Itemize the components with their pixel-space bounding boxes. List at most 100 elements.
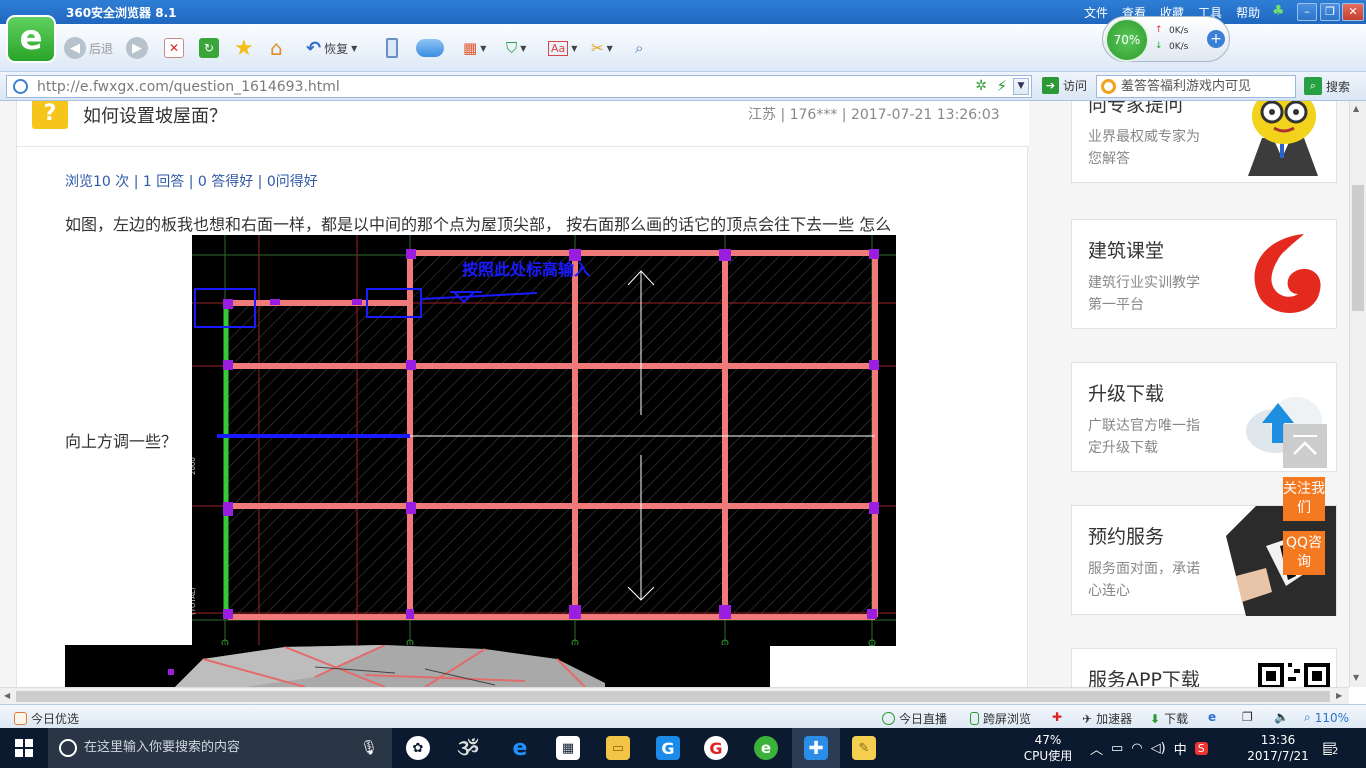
today-picks-label: 今日优选 — [31, 712, 80, 726]
question-card: ? 如何设置坡屋面？ 江苏 | 176*** | 2017-07-21 13:2… — [16, 101, 1029, 687]
ime-indicator[interactable]: 中 — [1174, 739, 1187, 758]
store-icon: ▦ — [556, 736, 580, 760]
follow-us-button[interactable]: 关注我们 — [1283, 477, 1325, 521]
image-annotation-text: 按照此处标高输入 — [462, 260, 590, 279]
menu-help[interactable]: 帮助 — [1236, 4, 1260, 21]
scroll-up-icon[interactable]: ▲ — [1353, 104, 1359, 113]
windows-icon[interactable]: ❐ — [1242, 710, 1253, 724]
ie-mode-icon[interactable]: e — [1208, 710, 1216, 724]
qq-consult-button[interactable]: QQ咨询 — [1283, 531, 1325, 575]
question-image[interactable]: 按照此处标高输入 2000 (TOTAL) — [189, 235, 896, 647]
microphone-icon[interactable]: 🎙 — [360, 728, 378, 768]
skin-icon[interactable]: ♣ — [1272, 3, 1285, 19]
stop-button[interactable]: ✕ — [164, 36, 184, 60]
taskbar-app-edge[interactable]: e — [496, 728, 544, 768]
security-button[interactable]: ⛉ ▼ — [506, 36, 526, 60]
apps-button[interactable]: ▦ ▼ — [463, 36, 486, 60]
scissors-icon: ✂ — [591, 39, 604, 57]
translate-button[interactable]: Aa ▼ — [548, 36, 577, 60]
back-arrow-icon: ◀ — [64, 37, 86, 59]
taskbar-search[interactable]: 在这里输入你要搜索的内容 🎙 — [48, 728, 392, 768]
svg-text:2000: 2000 — [192, 457, 197, 475]
taskbar-app-360[interactable]: e — [742, 728, 790, 768]
forward-button[interactable]: ▶ — [126, 36, 148, 60]
clock[interactable]: 13:36 2017/7/21 — [1246, 732, 1310, 764]
stop-icon: ✕ — [164, 38, 184, 58]
wifi-icon[interactable]: ◠ — [1131, 741, 1142, 756]
back-button[interactable]: ◀ 后退 — [64, 36, 113, 60]
cloud-button[interactable] — [416, 36, 444, 60]
url-dropdown-icon[interactable]: ▼ — [1013, 78, 1029, 95]
favorite-button[interactable]: ★ — [234, 36, 254, 61]
cross-screen[interactable]: 跨屏浏览 — [970, 710, 1031, 727]
minimize-button[interactable]: – — [1297, 3, 1317, 21]
vertical-scrollbar[interactable]: ▲ ▼ — [1349, 101, 1366, 687]
restore-button[interactable]: ↶ 恢复 ▼ — [306, 36, 357, 60]
menu-file[interactable]: 文件 — [1084, 4, 1108, 21]
taskbar-app-store[interactable]: ▦ — [544, 728, 592, 768]
back-to-top-button[interactable] — [1283, 424, 1327, 468]
volume-icon[interactable]: 🔈 — [1274, 710, 1289, 724]
screenshot-button[interactable]: ✂ ▼ — [591, 36, 613, 60]
notification-center-button[interactable]: ▤ 2 — [1322, 738, 1339, 757]
question-image-3d[interactable] — [65, 645, 770, 687]
close-button[interactable]: ✕ — [1342, 3, 1364, 21]
address-bar: http://e.fwxgx.com/question_1614693.html… — [0, 72, 1366, 101]
scroll-down-icon[interactable]: ▼ — [1353, 673, 1359, 682]
scroll-right-icon[interactable]: ▶ — [1336, 691, 1342, 700]
volume-icon[interactable]: ◁) — [1151, 741, 1166, 756]
cpu-usage[interactable]: 47% CPU使用 — [1022, 732, 1074, 764]
url-field[interactable]: http://e.fwxgx.com/question_1614693.html… — [6, 75, 1032, 98]
taskbar-app-edge-alt[interactable]: ૐ — [444, 728, 492, 768]
taskbar-app-g2[interactable]: G — [692, 728, 740, 768]
chevron-down-icon: ▼ — [606, 43, 613, 53]
taskbar-app-active[interactable]: ✚ — [792, 728, 840, 768]
scroll-left-icon[interactable]: ◀ — [4, 691, 10, 700]
search-input[interactable]: 羞答答福利游戏内可见 — [1096, 75, 1296, 98]
plus-icon[interactable]: + — [1207, 30, 1225, 48]
lightning-icon[interactable]: ⚡ — [996, 77, 1007, 95]
taskbar-app-explorer[interactable]: ▭ — [594, 728, 642, 768]
edge-icon: e — [512, 735, 528, 761]
hscroll-thumb[interactable] — [16, 691, 1330, 702]
task-view-button[interactable]: ✿ — [394, 728, 442, 768]
sidebar-card-title: 建筑课堂 — [1088, 240, 1165, 262]
sidebar-card-expert[interactable]: 向专家提问 业界最权威专家为您解答 — [1071, 101, 1337, 183]
start-button[interactable] — [0, 728, 48, 768]
refresh-icon: ↻ — [199, 38, 219, 58]
play-icon — [882, 712, 895, 725]
horizontal-scrollbar[interactable]: ◀ ▶ — [0, 687, 1349, 704]
url-text: http://e.fwxgx.com/question_1614693.html — [37, 78, 340, 95]
rocket-icon: ✈ — [1082, 711, 1093, 726]
zoom-level[interactable]: ⌕ 110% — [1304, 710, 1349, 725]
reload-icon[interactable]: ✲ — [975, 78, 987, 94]
globe-icon — [13, 79, 28, 94]
downloads[interactable]: ⬇ 下载 — [1150, 710, 1188, 727]
search-button[interactable]: ⌕ 搜索 — [1304, 77, 1350, 95]
sidebar-card-app[interactable]: 服务APP下载 — [1071, 648, 1337, 687]
sidebar-card-course[interactable]: 建筑课堂 建筑行业实训教学第一平台 — [1071, 219, 1337, 329]
sogou-icon[interactable]: S — [1194, 741, 1208, 755]
mobile-button[interactable] — [386, 36, 398, 60]
translate-icon: Aa — [548, 40, 569, 56]
today-live[interactable]: 今日直播 — [882, 710, 947, 727]
today-picks[interactable]: 今日优选 — [14, 710, 79, 727]
visit-button[interactable]: ➔ 访问 — [1042, 77, 1087, 94]
folder-icon: ▭ — [606, 736, 630, 760]
svg-text:(TOTAL): (TOTAL) — [192, 587, 197, 615]
taskbar-app-g1[interactable]: G — [644, 728, 692, 768]
question-body-line: 向上方调一些？ — [65, 432, 178, 451]
question-stats[interactable]: 浏览10 次 | 1 回答 | 0 答得好 | 0问得好 — [65, 171, 318, 191]
scroll-thumb[interactable] — [1352, 185, 1364, 311]
battery-icon[interactable]: ▭ — [1111, 741, 1123, 756]
refresh-button[interactable]: ↻ — [199, 36, 219, 60]
chevron-up-icon[interactable]: ︿ — [1090, 739, 1103, 758]
zoom-button[interactable]: ⌕ — [635, 36, 643, 60]
network-speed-widget[interactable]: 70% ↑ ↓ 0K/s 0K/s + — [1102, 16, 1230, 62]
home-button[interactable]: ⌂ — [270, 36, 283, 60]
taskbar-app-notes[interactable]: ✎ — [840, 728, 888, 768]
accelerator[interactable]: ✈ 加速器 — [1082, 710, 1132, 727]
qr-code-icon — [1250, 657, 1330, 687]
red-cross-icon[interactable]: ✚ — [1052, 710, 1062, 724]
maximize-button[interactable]: ❐ — [1320, 3, 1340, 21]
